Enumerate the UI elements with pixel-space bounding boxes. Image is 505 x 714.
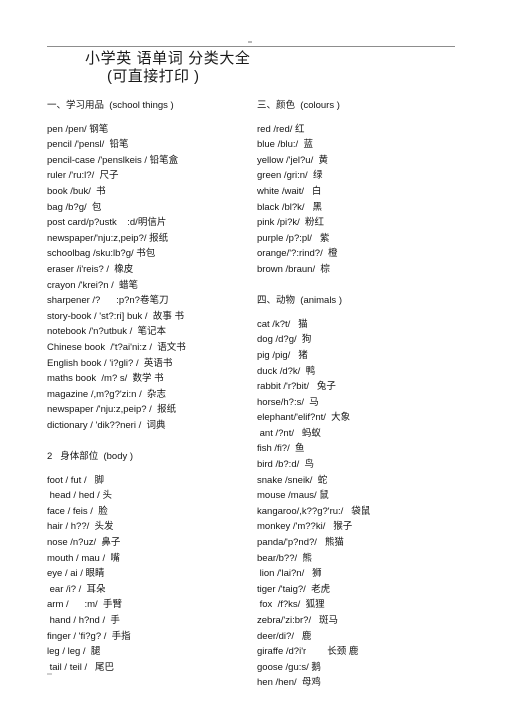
document-title-block: 小学英 语单词 分类大全 (可直接打印 ) bbox=[47, 49, 455, 86]
vocab-entry: bag /b?g/ 包 bbox=[47, 201, 102, 213]
page-bottom-artifact bbox=[47, 673, 52, 675]
header-divider-rule bbox=[47, 46, 455, 47]
vocab-entry: tail / teil / 尾巴 bbox=[47, 661, 115, 673]
vocab-entry: giraffe /d?i'r 长颈 鹿 bbox=[257, 646, 359, 658]
vocab-entry: hen /hen/ 母鸡 bbox=[257, 677, 321, 689]
vocab-entry: lion /'lai?n/ 狮 bbox=[257, 568, 322, 580]
vocab-entry: red /red/ 红 bbox=[257, 123, 305, 135]
vocab-entry: kangaroo/,k??g?'ru:/ 袋鼠 bbox=[257, 505, 371, 517]
vocab-entry: tiger /'taig?/ 老虎 bbox=[257, 583, 331, 595]
vocab-entry: finger / 'fi?g? / 手指 bbox=[47, 630, 131, 642]
left-column: 一、学习用品 (school things ) pen /pen/ 钢笔 pen… bbox=[47, 98, 247, 675]
vocab-entry: bird /b?:d/ 鸟 bbox=[257, 459, 315, 471]
vocab-entry: elephant/'elif?nt/ 大象 bbox=[257, 412, 351, 424]
vocab-entry: green /gri:n/ 绿 bbox=[257, 170, 323, 182]
heading-gap bbox=[47, 465, 247, 473]
vocab-entry: ear /i? / 耳朵 bbox=[47, 583, 106, 595]
vocab-entry: newspaper/'nju:z,peip?/ 报纸 bbox=[47, 232, 169, 244]
vocab-entry: zebra/'zi:br?/ 斑马 bbox=[257, 615, 339, 626]
vocab-entry: foot / fut / 脚 bbox=[47, 474, 105, 486]
content-columns: 一、学习用品 (school things ) pen /pen/ 钢笔 pen… bbox=[0, 98, 505, 710]
vocab-entry: English book / 'i?gli? / 英语书 bbox=[47, 357, 173, 369]
vocab-entry: fox /f?ks/ 狐狸 bbox=[257, 599, 325, 611]
page-title-secondary: (可直接打印 ) bbox=[107, 68, 200, 85]
header-artifact-dot bbox=[248, 41, 252, 43]
section-heading-body: 2 身体部位 (body ) bbox=[47, 451, 134, 463]
vocab-entry: dictionary / 'dik??neri / 词典 bbox=[47, 419, 166, 431]
vocab-entry: hand / h?nd / 手 bbox=[47, 615, 120, 626]
vocab-entry: snake /sneik/ 蛇 bbox=[257, 474, 328, 486]
vocab-entry: schoolbag /sku:lb?g/ 书包 bbox=[47, 248, 156, 260]
vocab-entry: black /bl?k/ 黑 bbox=[257, 201, 322, 213]
vocab-entry: face / feis / 脸 bbox=[47, 505, 108, 517]
vocab-entry: hair / h??/ 头发 bbox=[47, 521, 114, 533]
vocab-entry: fish /fi?/ 鱼 bbox=[257, 443, 305, 455]
vocab-entry: arm / :m/ 手臂 bbox=[47, 599, 122, 611]
vocab-entry: notebook /'n?utbuk / 笔记本 bbox=[47, 326, 167, 338]
vocab-entry: pencil /'pensl/ 铅笔 bbox=[47, 139, 129, 151]
heading-gap bbox=[47, 114, 247, 122]
vocab-entry: purple /p?:pl/ 紫 bbox=[257, 232, 330, 244]
vocab-entry: leg / leg / 腿 bbox=[47, 646, 101, 658]
page-title-primary: 小学英 语单词 分类大全 bbox=[85, 50, 251, 67]
vocab-entry: pencil-case /'penslkeis / 铅笔盒 bbox=[47, 154, 179, 166]
vocab-entry: blue /blu:/ 蓝 bbox=[257, 139, 313, 151]
vocab-entry: maths book /m? s/ 数学 书 bbox=[47, 373, 164, 385]
vocab-entry: monkey /'m??ki/ 猴子 bbox=[257, 521, 353, 533]
vocab-entry: newspaper /'nju:z,peip? / 报纸 bbox=[47, 404, 177, 416]
vocab-entry: pink /pi?k/ 粉红 bbox=[257, 217, 325, 229]
vocab-entry: nose /n?uz/ 鼻子 bbox=[47, 537, 121, 549]
vocab-entry: eye / ai / 眼睛 bbox=[47, 568, 105, 580]
vocab-entry: yellow /'jel?u/ 黄 bbox=[257, 154, 328, 166]
vocab-entry: book /buk/ 书 bbox=[47, 185, 106, 197]
document-page: 小学英 语单词 分类大全 (可直接打印 ) 一、学习用品 (school thi… bbox=[0, 0, 505, 714]
heading-gap bbox=[257, 114, 467, 122]
section-heading-colours: 三、颜色 (colours ) bbox=[257, 100, 340, 111]
vocab-entry: orange/'?:rind?/ 橙 bbox=[257, 248, 338, 260]
vocab-entry: head / hed / 头 bbox=[47, 490, 112, 502]
vocab-entry: horse/h?:s/ 马 bbox=[257, 396, 319, 408]
vocab-entry: pig /pig/ 猪 bbox=[257, 349, 308, 361]
vocab-entry: dog /d?g/ 狗 bbox=[257, 334, 312, 346]
vocab-entry: brown /braun/ 棕 bbox=[257, 263, 330, 275]
vocab-entry: cat /k?t/ 猫 bbox=[257, 318, 308, 330]
vocab-entry: sharpener /? :p?n?卷笔刀 bbox=[47, 295, 169, 307]
vocab-entry: Chinese book /'t?ai'ni:z / 语文书 bbox=[47, 341, 186, 353]
vocab-entry: crayon /'krei?n / 蜡笔 bbox=[47, 279, 139, 291]
vocab-entry: magazine /,m?g?'zi:n / 杂志 bbox=[47, 388, 167, 400]
vocab-entry: duck /d?k/ 鸭 bbox=[257, 365, 316, 377]
vocab-entry: white /wait/ 白 bbox=[257, 185, 322, 197]
vocab-entry: ruler /'ru:l?/ 尺子 bbox=[47, 170, 119, 182]
vocab-entry: post card/p?ustk :d/明信片 bbox=[47, 217, 167, 229]
vocab-entry: panda/'p?nd?/ 熊猫 bbox=[257, 537, 344, 549]
vocab-entry: rabbit /'r?bit/ 兔子 bbox=[257, 381, 336, 393]
vocab-entry: story-book / 'st?:ri] buk / 故事 书 bbox=[47, 310, 184, 322]
heading-gap bbox=[257, 309, 467, 317]
vocab-entry: ant /?nt/ 蚂蚁 bbox=[257, 427, 321, 439]
vocab-entry: mouth / mau / 嘴 bbox=[47, 552, 120, 564]
vocab-entry: deer/di?/ 鹿 bbox=[257, 630, 312, 642]
section-heading-school-things: 一、学习用品 (school things ) bbox=[47, 100, 174, 111]
vocab-entry: mouse /maus/ 鼠 bbox=[257, 490, 329, 502]
vocab-entry: eraser /i'reis? / 橡皮 bbox=[47, 263, 134, 275]
vocab-entry: bear/b??/ 熊 bbox=[257, 552, 312, 564]
section-heading-animals: 四、动物 (animals ) bbox=[257, 295, 342, 307]
vocab-entry: pen /pen/ 钢笔 bbox=[47, 123, 109, 135]
vocab-entry: goose /gu:s/ 鹅 bbox=[257, 661, 321, 673]
right-column: 三、颜色 (colours ) red /red/ 红 blue /blu:/ … bbox=[257, 98, 467, 691]
